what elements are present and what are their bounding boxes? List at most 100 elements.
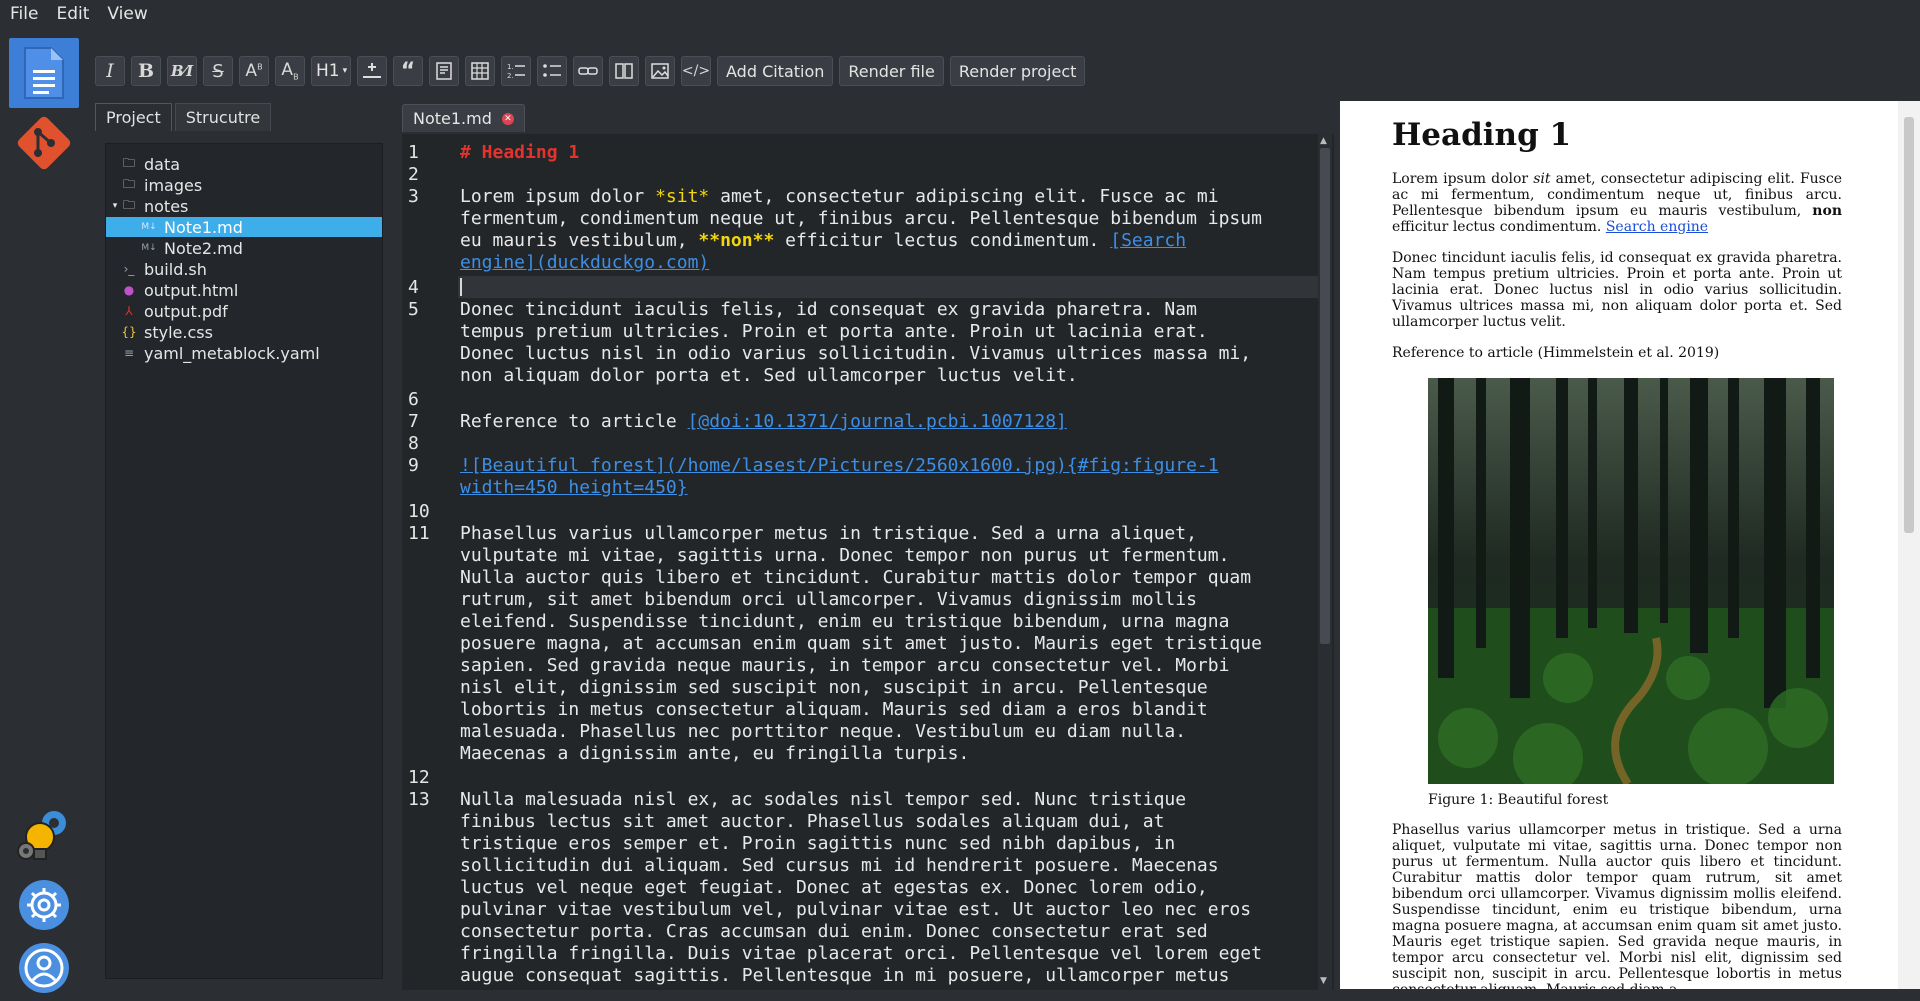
subscript-button[interactable]: AB (275, 56, 305, 86)
markdown-editor[interactable]: 1 2 3 4 5 6 7 8 9 10 11 12 13 # Heading … (402, 134, 1334, 990)
code-line: # Heading 1 (460, 142, 580, 163)
heading-label: H1 (316, 61, 340, 81)
code-line: eu mauris vestibulum, **non** efficitur … (460, 230, 1187, 251)
code-line: posuere magna, at accumsan enim quam sit… (460, 633, 1262, 654)
columns-button[interactable] (609, 56, 639, 86)
code-line: Maecenas a dignissim ante, eu fringilla … (460, 743, 970, 764)
search-engine-link[interactable]: Search engine (1606, 219, 1708, 235)
line-number: 11 (408, 523, 430, 544)
superscript-icon: AB (245, 61, 263, 81)
table-button[interactable] (465, 56, 495, 86)
menu-edit[interactable]: Edit (52, 4, 97, 24)
code-line: vulputate mi vitae, sagittis urna. Donec… (460, 545, 1230, 566)
tab-structure[interactable]: Strucutre (174, 103, 272, 131)
scroll-up-icon[interactable]: ▲ (1320, 136, 1327, 146)
code-button[interactable]: </> (681, 56, 711, 86)
line-number: 10 (408, 501, 430, 522)
tree-item-build-sh[interactable]: ›_ build.sh (122, 259, 378, 279)
menu-file[interactable]: File (6, 4, 46, 24)
heading-dropdown[interactable]: H1 ▾ (311, 56, 351, 86)
preview-paragraph: Reference to article (Himmelstein et al.… (1392, 345, 1720, 361)
project-tabs: Project Strucutre (95, 103, 395, 133)
git-button[interactable] (9, 108, 79, 178)
lightbulb-gear-icon (17, 811, 66, 860)
code-line: rutrum, sit amet bibendum orci ullamcorp… (460, 589, 1197, 610)
activity-bar (0, 28, 80, 1001)
italic-button[interactable]: I (95, 56, 125, 86)
tree-item-output-pdf[interactable]: ⅄ output.pdf (122, 301, 378, 321)
code-line: fermentum, condimentum neque ut, finibus… (460, 208, 1262, 229)
tree-item-note1[interactable]: M↓ Note1.md (106, 217, 382, 237)
preview-content: Heading 1 Lorem ipsum dolor sit amet, co… (1392, 101, 1842, 989)
code-line: tempus pretium ultricies. Proin et porta… (460, 321, 1208, 342)
code-line: tristique eros semper et. Proin sagittis… (460, 833, 1176, 854)
code-line: Reference to article [@doi:10.1371/journ… (460, 411, 1067, 432)
documents-button[interactable] (9, 38, 79, 108)
code-line: sapien. Sed gravida neque mauris, in tem… (460, 655, 1230, 676)
folder-icon: 🗀 (122, 197, 135, 212)
preview-scroll-thumb[interactable] (1904, 117, 1914, 533)
bullet-list-button[interactable] (537, 56, 567, 86)
superscript-button[interactable]: AB (239, 56, 269, 86)
editor-scrollbar[interactable]: ▲ ▼ (1318, 134, 1332, 990)
account-button[interactable] (9, 933, 79, 1001)
line-number: 7 (408, 411, 419, 432)
html-icon: ● (123, 283, 135, 297)
code-line: Donec luctus nisl in odio varius sollici… (460, 343, 1252, 364)
code-line: pulvinar vitae vestibulum vel, pulvinar … (460, 899, 1252, 920)
current-line-highlight (458, 276, 1320, 298)
line-number: 13 (408, 789, 430, 810)
code-icon: </> (681, 63, 711, 79)
chevron-down-icon[interactable]: ▾ (108, 201, 122, 211)
strikethrough-button[interactable]: S (203, 56, 233, 86)
tree-item-note2[interactable]: M↓ Note2.md (141, 238, 378, 258)
menubar: File Edit View (0, 0, 1920, 28)
app-window: File Edit View I B B⁄I S AB AB H1 ▾ “ 1.… (0, 0, 1920, 1001)
editor-tabs: Note1.md ✕ (402, 104, 525, 132)
scroll-down-icon[interactable]: ▼ (1320, 976, 1327, 986)
bold-italic-button[interactable]: B⁄I (167, 56, 197, 86)
numbered-list-icon: 1.2. (507, 63, 525, 80)
render-project-button[interactable]: Render project (949, 56, 1086, 86)
line-number: 5 (408, 299, 419, 320)
image-button[interactable] (645, 56, 675, 86)
horizontal-rule-button[interactable] (357, 56, 387, 86)
code-line: non aliquam dolor porta et. Sed ullamcor… (460, 365, 1078, 386)
horizontal-rule-icon (363, 63, 381, 78)
numbered-list-button[interactable]: 1. 2. (501, 56, 531, 86)
editor-scroll-thumb[interactable] (1320, 148, 1330, 644)
line-number: 8 (408, 433, 419, 454)
code-line: fringilla fringilla. Duis vitae placerat… (460, 943, 1262, 964)
render-file-button[interactable]: Render file (839, 56, 944, 86)
close-icon[interactable]: ✕ (501, 112, 514, 125)
settings-button[interactable] (9, 870, 79, 940)
link-button[interactable] (573, 56, 603, 86)
code-line: luctus vel neque eget feugiat. Donec at … (460, 877, 1208, 898)
tab-project[interactable]: Project (95, 103, 172, 131)
code-line: Nulla auctor quis libero et tincidunt. C… (460, 567, 1252, 588)
line-number: 9 (408, 455, 419, 476)
code-block-button[interactable] (429, 56, 459, 86)
code-line: Donec tincidunt iaculis felis, id conseq… (460, 299, 1197, 320)
menu-view[interactable]: View (103, 4, 155, 24)
bold-italic-icon: B⁄I (170, 62, 194, 80)
tree-item-style-css[interactable]: {} style.css (121, 322, 378, 342)
italic-icon: I (106, 60, 114, 82)
html-preview[interactable]: Heading 1 Lorem ipsum dolor sit amet, co… (1340, 101, 1920, 989)
blockquote-button[interactable]: “ (393, 56, 423, 86)
tree-item-output-html[interactable]: ● output.html (122, 280, 378, 300)
code-line: sollicitudin dui aliquam. Sed cursus mi … (460, 855, 1219, 876)
code-line: width=450 height=450} (460, 477, 688, 498)
tree-item-notes[interactable]: ▾ 🗀 notes (108, 196, 378, 216)
ideas-button[interactable] (9, 803, 79, 873)
tree-item-images[interactable]: 🗀 images (122, 175, 378, 195)
markdown-icon: M↓ (141, 222, 157, 232)
preview-scrollbar[interactable] (1898, 101, 1920, 989)
tab-note1[interactable]: Note1.md ✕ (402, 104, 525, 132)
text-cursor (460, 278, 462, 296)
chevron-down-icon: ▾ (342, 66, 348, 76)
add-citation-button[interactable]: Add Citation (717, 56, 834, 86)
tree-item-yaml[interactable]: ≡ yaml_metablock.yaml (122, 343, 378, 363)
tree-item-data[interactable]: 🗀 data (122, 154, 378, 174)
bold-button[interactable]: B (131, 56, 161, 86)
